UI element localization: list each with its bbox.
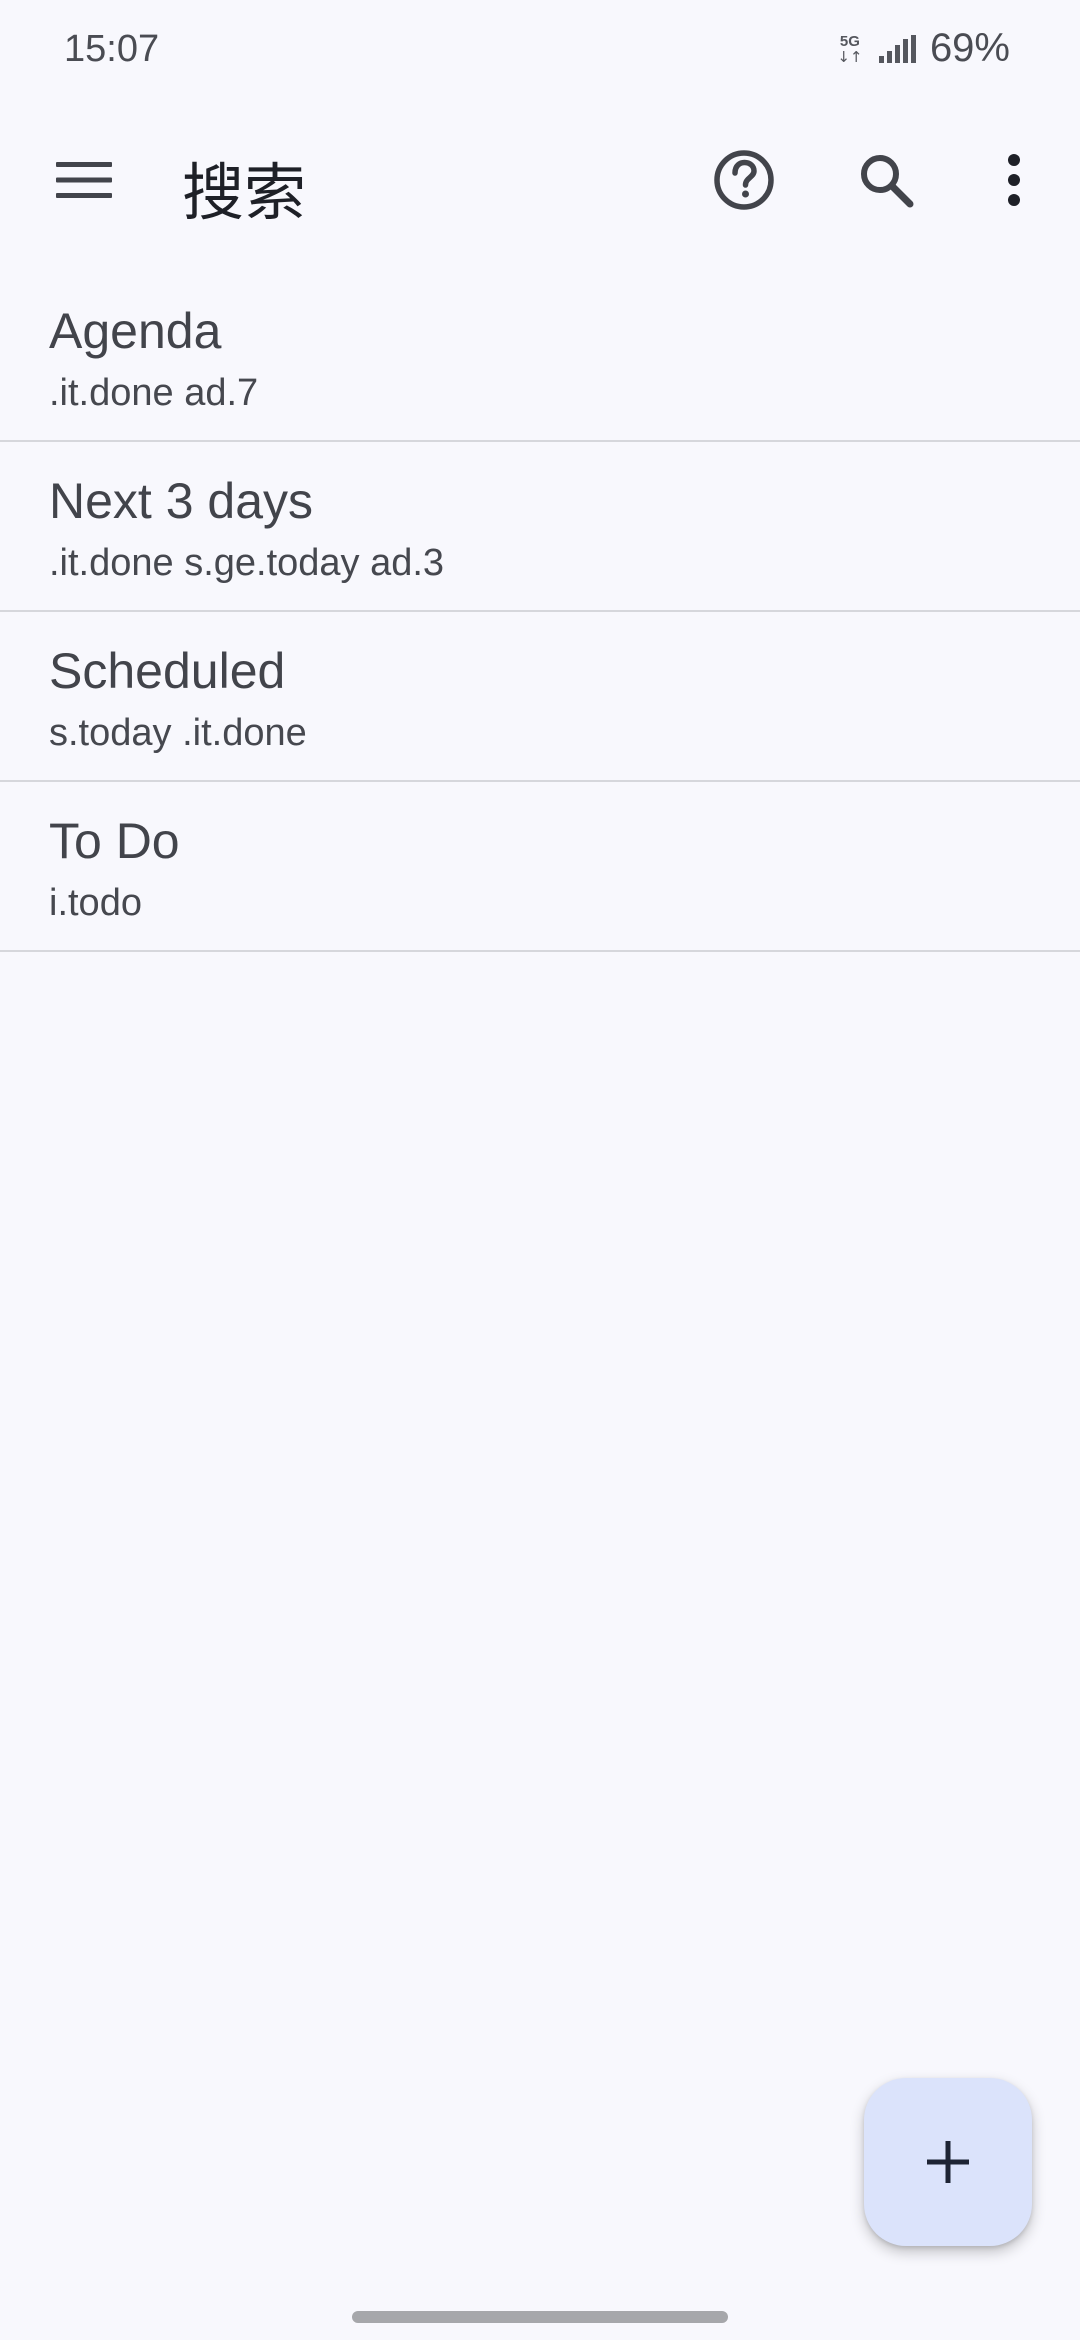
status-bar: 15:07 5G ↓↑ 69% <box>0 0 1080 100</box>
help-button[interactable] <box>696 132 792 228</box>
network-arrows: ↓↑ <box>837 47 863 66</box>
help-icon <box>714 150 774 210</box>
more-options-button[interactable] <box>966 132 1062 228</box>
list-item-scheduled[interactable]: Scheduled s.today .it.done <box>0 612 1080 782</box>
status-time: 15:07 <box>64 28 160 70</box>
search-query: i.todo <box>49 882 142 924</box>
list-item-agenda[interactable]: Agenda .it.done ad.7 <box>0 272 1080 442</box>
status-icons: 5G ↓↑ 69% <box>835 26 1010 71</box>
saved-searches-list: Agenda .it.done ad.7 Next 3 days .it.don… <box>0 272 1080 952</box>
signal-icon <box>878 34 916 63</box>
add-icon <box>927 2141 969 2183</box>
screen: 15:07 5G ↓↑ 69% 搜索 Agenda .it.done ad.7 … <box>0 0 1080 2340</box>
search-query: .it.done s.ge.today ad.3 <box>49 542 445 584</box>
list-item-next-3-days[interactable]: Next 3 days .it.done s.ge.today ad.3 <box>0 442 1080 612</box>
battery-level: 69% <box>929 26 1010 70</box>
search-button[interactable] <box>838 132 934 228</box>
search-title: To Do <box>49 813 180 869</box>
search-icon <box>861 155 914 208</box>
page-title: 搜索 <box>182 156 307 229</box>
menu-button[interactable] <box>36 132 132 228</box>
gesture-nav-handle[interactable] <box>352 2311 728 2323</box>
list-item-to-do[interactable]: To Do i.todo <box>0 782 1080 952</box>
search-query: .it.done ad.7 <box>49 372 259 414</box>
menu-icon <box>56 162 112 198</box>
add-search-button[interactable] <box>864 2078 1032 2246</box>
search-title: Agenda <box>49 303 222 359</box>
search-title: Scheduled <box>49 643 286 699</box>
search-title: Next 3 days <box>49 473 314 529</box>
top-app-bar: 搜索 <box>0 110 1080 250</box>
more-vert-icon <box>1008 154 1020 206</box>
network-5g-icon: 5G ↓↑ <box>835 29 865 69</box>
search-query: s.today .it.done <box>49 712 307 754</box>
